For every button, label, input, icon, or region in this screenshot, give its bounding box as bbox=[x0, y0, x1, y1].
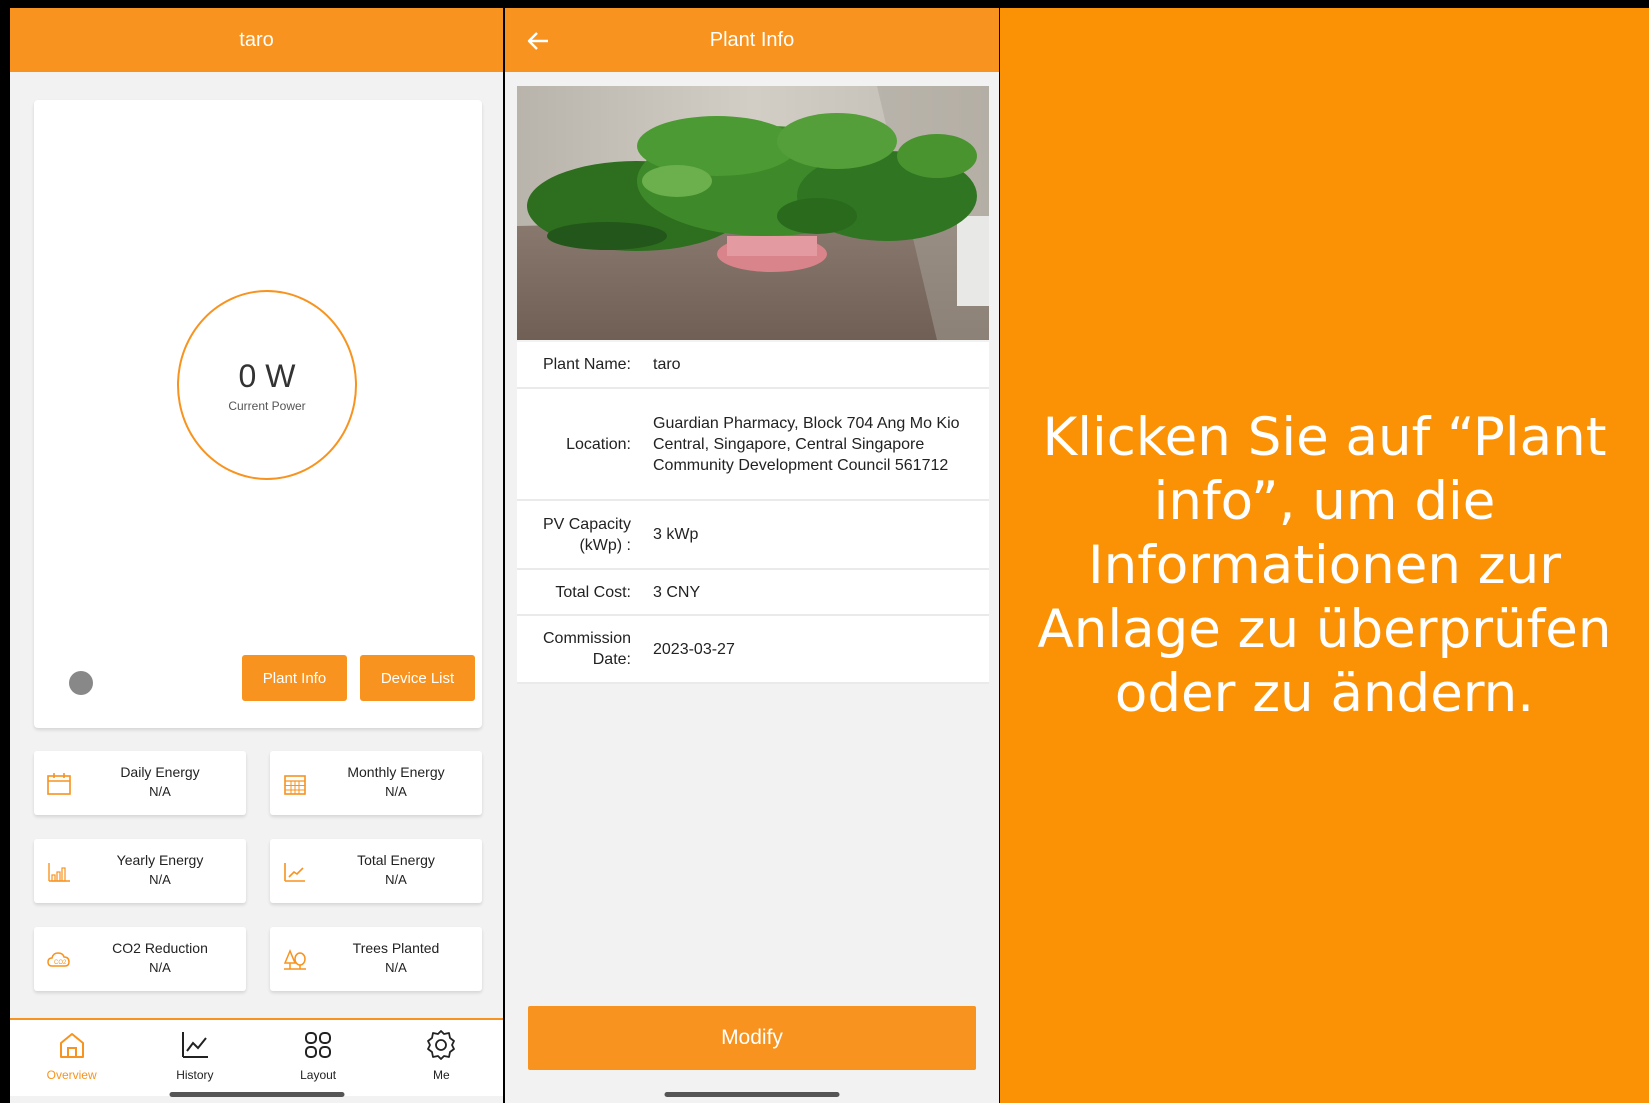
co2-cloud-icon: CO2 bbox=[47, 952, 70, 967]
plant-photo-image bbox=[517, 86, 989, 340]
monthly-energy-card[interactable]: Monthly Energy N/A bbox=[270, 751, 482, 815]
plant-info-title: Plant Info bbox=[709, 28, 795, 51]
gear-icon bbox=[427, 1030, 456, 1060]
nav-label: History bbox=[176, 1068, 214, 1082]
info-label: PV Capacity (kWp) : bbox=[542, 515, 631, 554]
modify-button[interactable]: Modify bbox=[528, 1006, 976, 1070]
info-row-commission-date: Commission Date: 2023-03-27 bbox=[517, 616, 989, 684]
nav-label: Me bbox=[433, 1068, 450, 1082]
plant-info-screen: Plant Info Plant Name: taro Location: Gu… bbox=[505, 8, 999, 1103]
stat-value: N/A bbox=[385, 872, 407, 887]
line-chart-icon bbox=[181, 1032, 208, 1058]
instruction-text: Klicken Sie auf “Plant info”, um die Inf… bbox=[1037, 407, 1612, 724]
power-card: 0 W Current Power Plant Info Device List bbox=[34, 100, 482, 728]
stat-value: N/A bbox=[149, 960, 171, 975]
stat-value: N/A bbox=[149, 872, 171, 887]
stat-label: Total Energy bbox=[357, 852, 435, 868]
plant-info-table: Plant Name: taro Location: Guardian Phar… bbox=[517, 342, 989, 684]
instruction-panel: Klicken Sie auf “Plant info”, um die Inf… bbox=[1000, 8, 1649, 1103]
info-value: 3 CNY bbox=[653, 583, 701, 601]
info-value: 2023-03-27 bbox=[653, 640, 735, 658]
status-indicator bbox=[69, 671, 93, 695]
trees-icon bbox=[283, 949, 306, 970]
info-value: 3 kWp bbox=[653, 526, 699, 543]
home-icon bbox=[59, 1033, 84, 1058]
info-value: Guardian Pharmacy, Block 704 Ang Mo Kio … bbox=[653, 414, 960, 474]
grid-icon bbox=[305, 1032, 332, 1058]
nav-history[interactable]: History bbox=[133, 1020, 256, 1096]
stat-label: Yearly Energy bbox=[116, 852, 204, 868]
home-indicator bbox=[664, 1092, 840, 1097]
nav-me[interactable]: Me bbox=[380, 1020, 503, 1096]
stat-value: N/A bbox=[149, 784, 171, 799]
calendar-grid-icon bbox=[284, 775, 306, 795]
nav-label: Overview bbox=[46, 1068, 97, 1082]
overview-header: taro bbox=[10, 8, 503, 72]
stat-value: N/A bbox=[385, 784, 407, 799]
current-power-ring: 0 W Current Power bbox=[177, 290, 357, 480]
plant-info-button[interactable]: Plant Info bbox=[242, 655, 347, 701]
info-row-pv-capacity: PV Capacity (kWp) : 3 kWp bbox=[517, 501, 989, 570]
overview-screen: taro 0 W Current Power Plant Info Device… bbox=[10, 8, 503, 1103]
plant-photo bbox=[517, 86, 989, 340]
stat-value: N/A bbox=[385, 960, 407, 975]
nav-label: Layout bbox=[300, 1068, 337, 1082]
yearly-energy-card[interactable]: Yearly Energy N/A bbox=[34, 839, 246, 903]
nav-layout[interactable]: Layout bbox=[257, 1020, 380, 1096]
total-energy-card[interactable]: Total Energy N/A bbox=[270, 839, 482, 903]
plant-title: taro bbox=[239, 28, 274, 51]
device-list-button[interactable]: Device List bbox=[360, 655, 475, 701]
stat-label: Daily Energy bbox=[120, 764, 200, 780]
stat-label: Trees Planted bbox=[352, 940, 440, 956]
svg-text:CO2: CO2 bbox=[54, 960, 67, 966]
info-label: Location: bbox=[566, 435, 631, 453]
info-row-location: Location: Guardian Pharmacy, Block 704 A… bbox=[517, 389, 989, 501]
back-arrow-icon[interactable] bbox=[525, 28, 551, 54]
stat-label: Monthly Energy bbox=[347, 764, 445, 780]
plant-info-header: Plant Info bbox=[505, 8, 999, 72]
nav-overview[interactable]: Overview bbox=[10, 1020, 133, 1096]
bottom-nav: Overview History Layout Me bbox=[10, 1018, 503, 1096]
calendar-icon bbox=[47, 773, 71, 795]
info-value: taro bbox=[653, 356, 681, 373]
trend-chart-icon bbox=[284, 863, 305, 882]
current-power-value: 0 W bbox=[238, 357, 296, 394]
info-label: Total Cost: bbox=[555, 583, 631, 601]
info-row-plant-name: Plant Name: taro bbox=[517, 342, 989, 389]
home-indicator bbox=[169, 1092, 344, 1097]
bar-chart-icon bbox=[48, 863, 70, 882]
info-label: Plant Name: bbox=[542, 356, 631, 373]
info-row-total-cost: Total Cost: 3 CNY bbox=[517, 570, 989, 616]
trees-planted-card[interactable]: Trees Planted N/A bbox=[270, 927, 482, 991]
co2-reduction-card[interactable]: CO2 CO2 Reduction N/A bbox=[34, 927, 246, 991]
current-power-label: Current Power bbox=[228, 398, 306, 413]
stat-label: CO2 Reduction bbox=[112, 940, 208, 956]
daily-energy-card[interactable]: Daily Energy N/A bbox=[34, 751, 246, 815]
info-label: Commission Date: bbox=[542, 630, 631, 668]
